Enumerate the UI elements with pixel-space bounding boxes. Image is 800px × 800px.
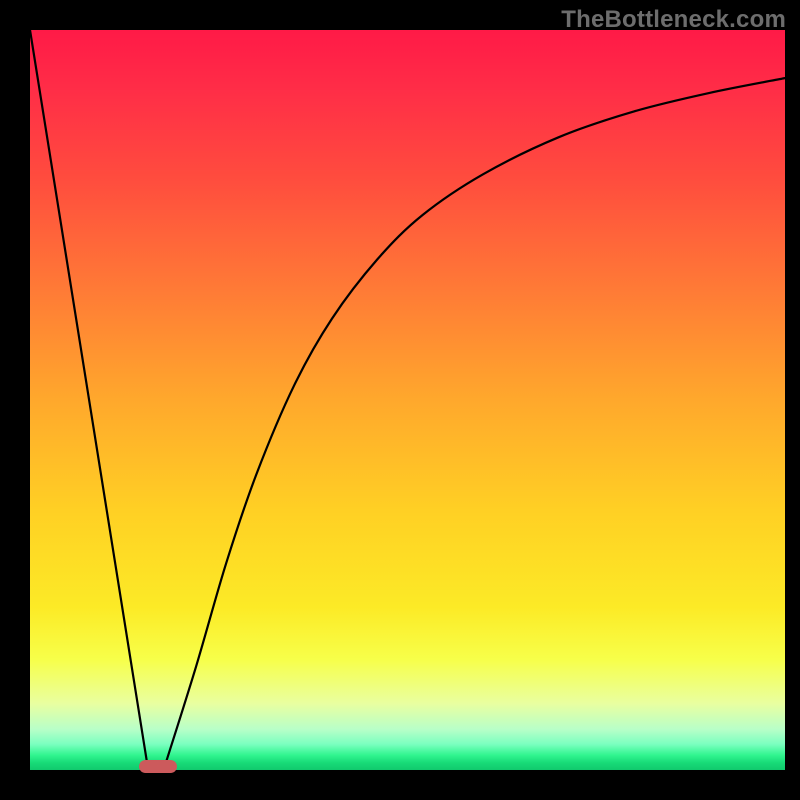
curves-layer <box>30 30 785 770</box>
right-curve <box>166 78 785 763</box>
plot-area <box>30 30 785 770</box>
watermark-text: TheBottleneck.com <box>561 6 786 34</box>
bottleneck-marker <box>139 760 177 773</box>
left-line <box>30 30 147 763</box>
chart-frame: TheBottleneck.com <box>0 0 800 800</box>
